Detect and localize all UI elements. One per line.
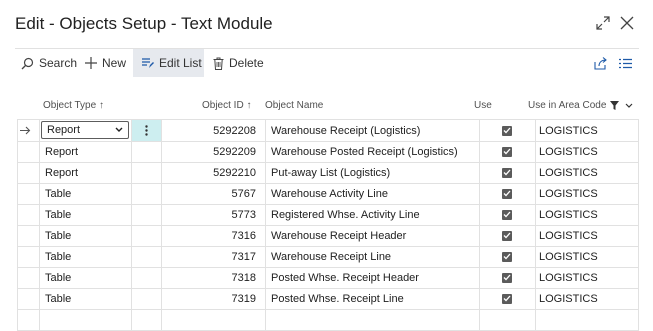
table-row[interactable]: Table 7319 Posted Whse. Receipt Line LOGIST… bbox=[17, 288, 639, 310]
object-id-cell[interactable]: 5292208 bbox=[161, 120, 256, 141]
search-button[interactable]: Search bbox=[21, 49, 77, 77]
table-row[interactable]: Report 5292209 Warehouse Posted Receipt (L… bbox=[17, 141, 639, 163]
object-id-cell[interactable]: 7319 bbox=[161, 288, 256, 309]
object-name-cell[interactable]: Warehouse Posted Receipt (Logistics) bbox=[271, 141, 458, 162]
new-button[interactable]: New bbox=[85, 49, 126, 77]
checkmark-icon bbox=[502, 167, 512, 178]
chevron-down-icon[interactable] bbox=[625, 103, 633, 109]
object-name-cell[interactable]: Posted Whse. Receipt Line bbox=[271, 288, 404, 309]
chevron-down-icon bbox=[115, 124, 123, 136]
checkmark-icon bbox=[502, 209, 512, 220]
checkmark-icon bbox=[502, 251, 512, 262]
row-indicator-arrow-icon bbox=[20, 120, 31, 141]
object-id-cell[interactable]: 5767 bbox=[161, 183, 256, 204]
object-name-cell[interactable]: Warehouse Receipt Header bbox=[271, 225, 406, 246]
page-title: Edit - Objects Setup - Text Module bbox=[15, 14, 273, 33]
use-in-area-code-cell[interactable]: LOGISTICS bbox=[539, 288, 598, 309]
search-icon bbox=[21, 57, 34, 69]
use-in-area-code-cell[interactable]: LOGISTICS bbox=[539, 120, 598, 141]
object-type-cell[interactable]: Table bbox=[45, 288, 71, 309]
action-bar: Search New Edit List Delete bbox=[15, 48, 639, 78]
object-type-cell[interactable]: Table bbox=[45, 225, 71, 246]
table-row[interactable]: Table 7318 Posted Whse. Receipt Header LOGI… bbox=[17, 267, 639, 289]
object-type-cell[interactable]: Report bbox=[45, 162, 78, 183]
use-checkbox[interactable] bbox=[502, 162, 512, 183]
list-icon bbox=[619, 58, 632, 68]
object-type-cell[interactable]: Report bbox=[45, 141, 78, 162]
object-name-cell[interactable]: Warehouse Activity Line bbox=[271, 183, 388, 204]
trash-icon bbox=[213, 57, 224, 70]
object-type-cell[interactable]: Table bbox=[45, 267, 71, 288]
filter-icon[interactable] bbox=[610, 101, 620, 110]
edit-list-button[interactable]: Edit List bbox=[133, 49, 204, 77]
checkmark-icon bbox=[502, 188, 512, 199]
checkmark-icon bbox=[502, 146, 512, 157]
use-in-area-code-cell[interactable]: LOGISTICS bbox=[539, 225, 598, 246]
edit-list-icon bbox=[142, 58, 154, 68]
header-use[interactable]: Use bbox=[474, 100, 492, 111]
use-checkbox[interactable] bbox=[502, 120, 512, 141]
header-object-type[interactable]: Object Type ↑ bbox=[43, 100, 104, 111]
close-icon[interactable] bbox=[616, 12, 638, 34]
table-row[interactable]: Report 5292208 Warehouse Receipt (Logistic… bbox=[17, 120, 639, 142]
share-icon bbox=[594, 56, 607, 70]
header-object-name[interactable]: Object Name bbox=[265, 100, 323, 111]
plus-icon bbox=[85, 57, 97, 69]
table-row[interactable]: Table 5773 Registered Whse. Activity Line L… bbox=[17, 204, 639, 226]
checkmark-icon bbox=[502, 272, 512, 283]
object-id-cell[interactable]: 7317 bbox=[161, 246, 256, 267]
checkmark-icon bbox=[502, 125, 512, 136]
object-id-cell[interactable]: 7316 bbox=[161, 225, 256, 246]
header-object-id[interactable]: Object ID ↑ bbox=[202, 100, 251, 111]
table-row[interactable]: Table 7317 Warehouse Receipt Line LOGISTICS bbox=[17, 246, 639, 268]
table-row[interactable]: Report 5292210 Put-away List (Logistics) LO… bbox=[17, 162, 639, 184]
use-checkbox[interactable] bbox=[502, 267, 512, 288]
use-checkbox[interactable] bbox=[502, 204, 512, 225]
row-actions-menu-icon[interactable] bbox=[132, 120, 161, 141]
header-use-in-area-code-label: Use in Area Code bbox=[528, 100, 607, 111]
use-in-area-code-cell[interactable]: LOGISTICS bbox=[539, 162, 598, 183]
use-checkbox[interactable] bbox=[502, 141, 512, 162]
use-in-area-code-cell[interactable]: LOGISTICS bbox=[539, 141, 598, 162]
table-row[interactable]: Table 7316 Warehouse Receipt Header LOGISTI… bbox=[17, 225, 639, 247]
object-type-cell[interactable]: Table bbox=[45, 183, 71, 204]
checkmark-icon bbox=[502, 230, 512, 241]
list-view-button[interactable] bbox=[619, 49, 637, 77]
object-name-cell[interactable]: Warehouse Receipt (Logistics) bbox=[271, 120, 420, 141]
object-type-value: Report bbox=[47, 124, 81, 136]
delete-button[interactable]: Delete bbox=[213, 49, 264, 77]
object-name-cell[interactable]: Warehouse Receipt Line bbox=[271, 246, 391, 267]
title-bar: Edit - Objects Setup - Text Module bbox=[0, 0, 653, 48]
object-id-cell[interactable]: 7318 bbox=[161, 267, 256, 288]
object-id-cell[interactable]: 5773 bbox=[161, 204, 256, 225]
object-type-select[interactable]: Report bbox=[41, 121, 129, 139]
expand-icon[interactable] bbox=[592, 12, 614, 34]
delete-label: Delete bbox=[229, 56, 264, 70]
object-id-cell[interactable]: 5292210 bbox=[161, 162, 256, 183]
object-name-cell[interactable]: Put-away List (Logistics) bbox=[271, 162, 390, 183]
use-checkbox[interactable] bbox=[502, 183, 512, 204]
object-type-cell[interactable]: Table bbox=[45, 204, 71, 225]
header-use-in-area-code[interactable]: Use in Area Code bbox=[528, 100, 633, 111]
use-in-area-code-cell[interactable]: LOGISTICS bbox=[539, 267, 598, 288]
edit-list-label: Edit List bbox=[159, 56, 202, 70]
use-in-area-code-cell[interactable]: LOGISTICS bbox=[539, 246, 598, 267]
object-name-cell[interactable]: Registered Whse. Activity Line bbox=[271, 204, 420, 225]
checkmark-icon bbox=[502, 293, 512, 304]
table-row[interactable]: Table 5767 Warehouse Activity Line LOGISTIC… bbox=[17, 183, 639, 205]
use-checkbox[interactable] bbox=[502, 288, 512, 309]
use-in-area-code-cell[interactable]: LOGISTICS bbox=[539, 183, 598, 204]
share-button[interactable] bbox=[594, 49, 612, 77]
new-label: New bbox=[102, 56, 127, 70]
use-checkbox[interactable] bbox=[502, 246, 512, 267]
object-type-cell[interactable]: Table bbox=[45, 246, 71, 267]
use-checkbox[interactable] bbox=[502, 225, 512, 246]
search-label: Search bbox=[39, 56, 78, 70]
use-in-area-code-cell[interactable]: LOGISTICS bbox=[539, 204, 598, 225]
object-name-cell[interactable]: Posted Whse. Receipt Header bbox=[271, 267, 419, 288]
object-id-cell[interactable]: 5292209 bbox=[161, 141, 256, 162]
